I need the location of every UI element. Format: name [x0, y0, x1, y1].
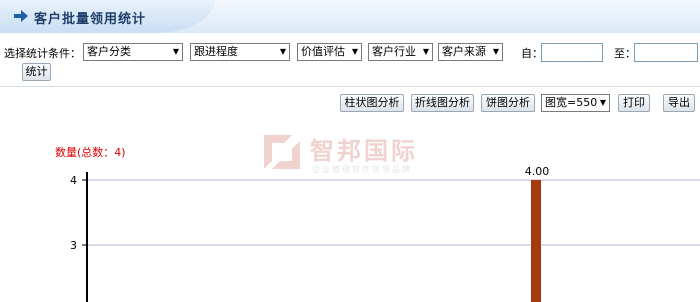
- select-value: 客户分类: [87, 45, 131, 58]
- select-value: 客户来源: [442, 45, 486, 58]
- customer-source-select[interactable]: 客户来源 ▼: [438, 43, 503, 61]
- pie-chart-button[interactable]: 饼图分析: [481, 94, 535, 112]
- title-bar: 客户批量领用统计: [0, 0, 700, 33]
- dropdown-arrow-icon: ▼: [279, 47, 286, 56]
- dropdown-arrow-icon: ▼: [599, 98, 606, 107]
- to-label: 至：: [614, 47, 636, 60]
- bar-chart-button[interactable]: 柱状图分析: [340, 94, 404, 112]
- select-value: 跟进程度: [194, 45, 238, 58]
- arrow-right-icon: [14, 10, 28, 22]
- dropdown-arrow-icon: ▼: [422, 47, 429, 56]
- page-title: 客户批量领用统计: [34, 12, 147, 27]
- bar-data-label: 4.00: [525, 165, 550, 178]
- y-tick-label: 3: [70, 239, 77, 252]
- filter-row: 选择统计条件： 客户分类 ▼ 跟进程度 ▼ 价值评估 ▼ 客户行业 ▼ 客户来源…: [0, 42, 700, 64]
- dropdown-arrow-icon: ▼: [351, 47, 358, 56]
- from-label: 自：: [521, 47, 543, 60]
- customer-industry-select[interactable]: 客户行业 ▼: [368, 43, 433, 61]
- customer-category-select[interactable]: 客户分类 ▼: [83, 43, 183, 61]
- line-chart-button[interactable]: 折线图分析: [411, 94, 474, 112]
- to-date-input[interactable]: [634, 43, 698, 62]
- follow-progress-select[interactable]: 跟进程度 ▼: [190, 43, 290, 61]
- dropdown-arrow-icon: ▼: [172, 47, 179, 56]
- bar-chart: 434.00: [70, 165, 700, 302]
- from-date-input[interactable]: [541, 43, 603, 62]
- divider: [0, 86, 700, 87]
- chart-width-select[interactable]: 图宽=550 ▼: [541, 94, 610, 112]
- filter-label: 选择统计条件：: [4, 47, 81, 60]
- value-assessment-select[interactable]: 价值评估 ▼: [297, 43, 362, 61]
- select-value: 图宽=550: [545, 96, 598, 109]
- select-value: 价值评估: [301, 45, 345, 58]
- bar: [531, 180, 541, 302]
- stat-button[interactable]: 统计: [22, 63, 51, 81]
- select-value: 客户行业: [372, 45, 416, 58]
- export-button[interactable]: 导出: [663, 94, 695, 112]
- dropdown-arrow-icon: ▼: [492, 47, 499, 56]
- print-button[interactable]: 打印: [618, 94, 650, 112]
- y-tick-label: 4: [70, 174, 77, 187]
